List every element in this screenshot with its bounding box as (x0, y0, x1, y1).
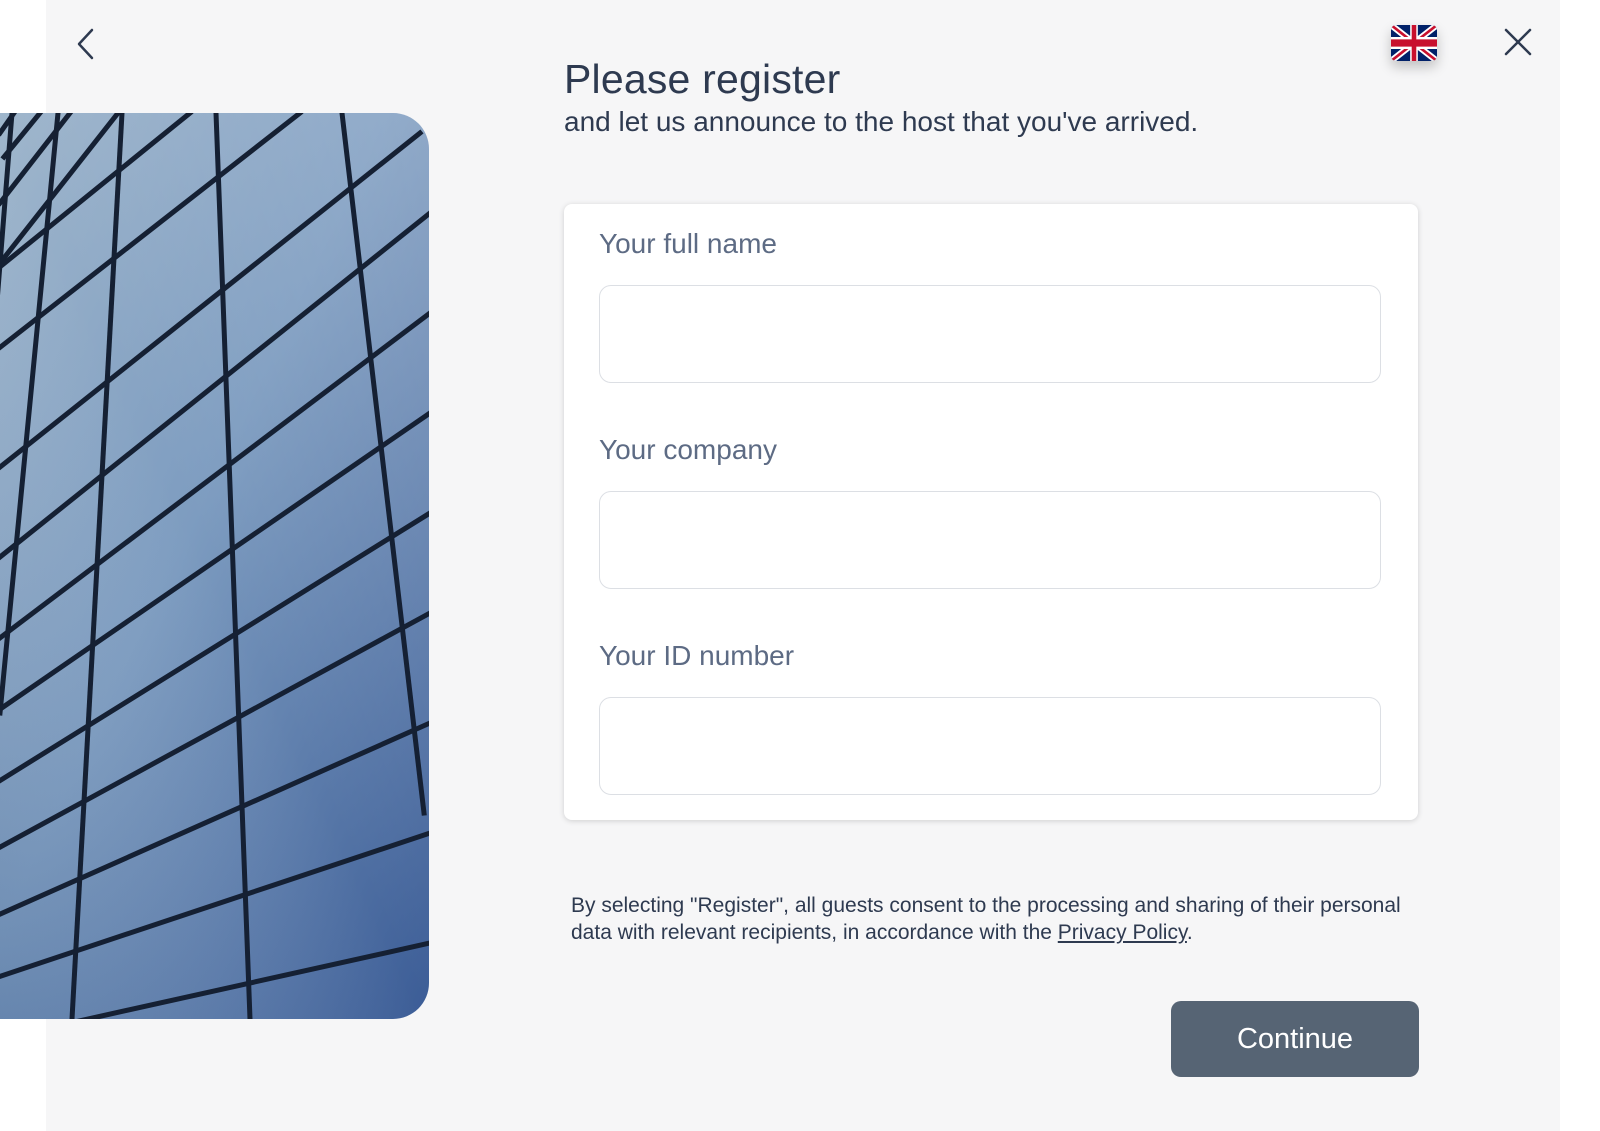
continue-button[interactable]: Continue (1171, 1001, 1419, 1077)
company-label: Your company (599, 434, 777, 465)
page-title: Please register (564, 56, 841, 102)
language-selector[interactable] (1391, 25, 1437, 61)
id-number-label: Your ID number (599, 640, 795, 671)
close-button[interactable] (1498, 22, 1538, 62)
close-icon (1504, 28, 1532, 56)
uk-flag-icon (1391, 25, 1437, 61)
full-name-input[interactable] (599, 285, 1381, 383)
consent-suffix: . (1186, 921, 1193, 944)
chevron-left-icon (77, 28, 94, 60)
registration-form: Your full name Your company Your ID numb… (564, 204, 1418, 820)
building-photo (0, 113, 429, 1019)
consent-notice: By selecting "Register", all guests cons… (571, 892, 1411, 946)
glass-facade-illustration (0, 113, 429, 1019)
consent-text: By selecting "Register", all guests cons… (571, 894, 1401, 944)
full-name-label: Your full name (599, 228, 777, 259)
company-input[interactable] (599, 491, 1381, 589)
page-subtitle: and let us announce to the host that you… (564, 106, 1199, 137)
id-number-input[interactable] (599, 697, 1381, 795)
privacy-policy-link[interactable]: Privacy Policy (1058, 921, 1187, 944)
back-button[interactable] (68, 24, 104, 64)
